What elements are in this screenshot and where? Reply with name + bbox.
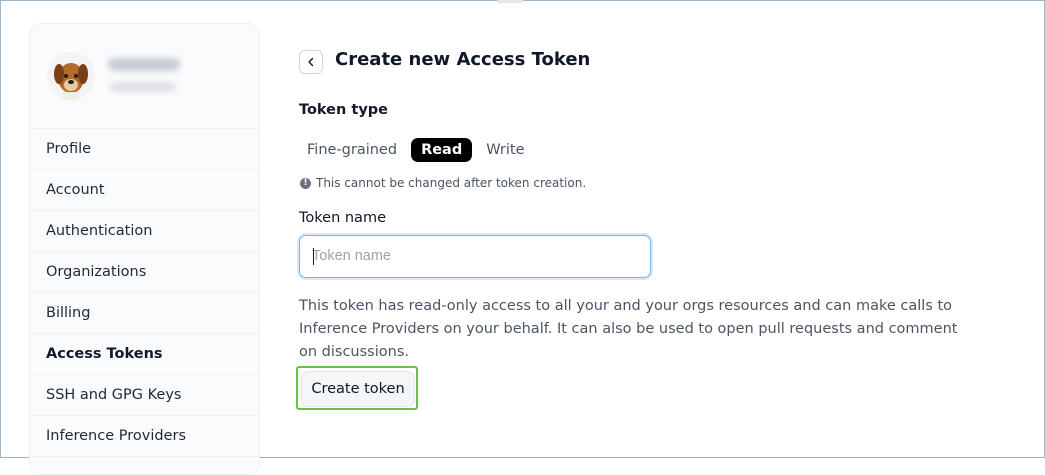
token-type-label: Token type	[299, 102, 388, 118]
token-description: This token has read-only access to all y…	[299, 298, 958, 360]
tab-write[interactable]: Write	[478, 138, 532, 162]
sidebar-item-label: Account	[46, 182, 105, 198]
sidebar-item-ssh-gpg-keys[interactable]: SSH and GPG Keys	[30, 375, 259, 416]
tab-read[interactable]: Read	[411, 138, 473, 162]
avatar[interactable]	[47, 52, 95, 100]
profile-card[interactable]	[30, 24, 259, 129]
settings-sidebar: Profile Account Authentication Organizat…	[29, 23, 260, 475]
page-title: Create new Access Token	[335, 49, 591, 70]
token-name-field-wrapper	[299, 235, 654, 278]
chevron-left-icon	[308, 57, 314, 67]
tab-fine-grained[interactable]: Fine-grained	[299, 138, 405, 162]
token-type-tabs: Fine-grained Read Write	[299, 138, 533, 162]
sidebar-item-label: Access Tokens	[46, 346, 163, 362]
token-type-hint: ! This cannot be changed after token cre…	[300, 176, 586, 190]
sidebar-item-access-tokens[interactable]: Access Tokens	[30, 334, 259, 375]
sidebar-item-account[interactable]: Account	[30, 170, 259, 211]
sidebar-item-billing[interactable]: Billing	[30, 293, 259, 334]
create-token-button[interactable]: Create token	[301, 371, 415, 407]
sidebar-item-organizations[interactable]: Organizations	[30, 252, 259, 293]
text-cursor	[313, 248, 314, 265]
info-icon: !	[300, 177, 311, 189]
sidebar-item-label: SSH and GPG Keys	[46, 387, 182, 403]
window-notch	[497, 0, 523, 3]
dog-avatar-icon	[47, 52, 95, 100]
sidebar-item-label: Inference Providers	[46, 428, 187, 444]
sidebar-item-label: Billing	[46, 305, 91, 321]
sidebar-item-inference-providers[interactable]: Inference Providers	[30, 416, 259, 457]
token-name-input[interactable]	[300, 236, 654, 275]
sidebar-item-label: Organizations	[46, 264, 147, 280]
user-handle-blurred	[110, 82, 176, 92]
sidebar-item-label: Profile	[46, 141, 92, 157]
sidebar-item-authentication[interactable]: Authentication	[30, 211, 259, 252]
username-blurred	[108, 58, 180, 71]
sidebar-item-profile[interactable]: Profile	[30, 129, 259, 170]
back-button[interactable]	[299, 50, 323, 74]
hint-text: This cannot be changed after token creat…	[316, 176, 587, 190]
token-name-label: Token name	[299, 210, 386, 226]
sidebar-item-label: Authentication	[46, 223, 153, 239]
